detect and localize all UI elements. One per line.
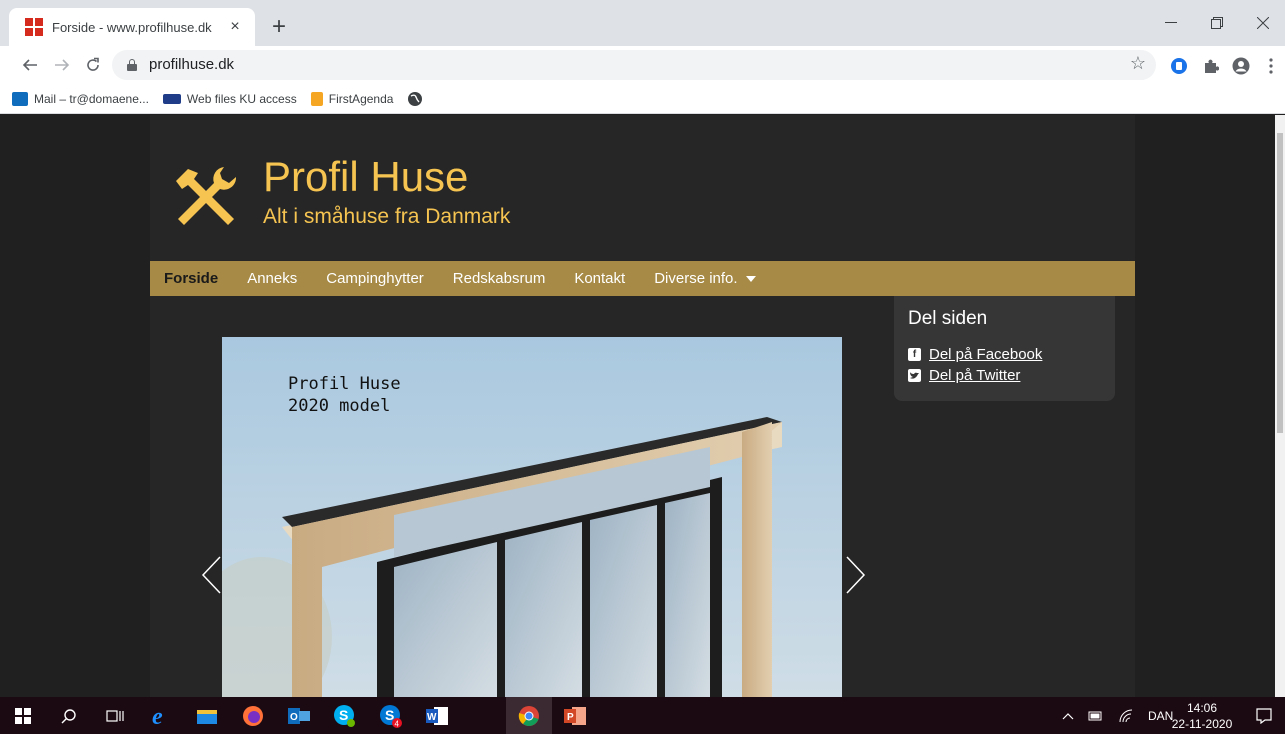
share-title: Del siden xyxy=(908,308,988,329)
outlook-icon xyxy=(12,91,28,106)
slider-next-icon[interactable] xyxy=(845,555,867,595)
web-page: Profil Huse Alt i småhuse fra Danmark Fo… xyxy=(0,115,1275,697)
menu-kebab-icon[interactable] xyxy=(1262,57,1280,75)
share-facebook-link[interactable]: f Del på Facebook xyxy=(908,346,1101,363)
powerpoint-icon[interactable]: P xyxy=(552,697,598,734)
slider-caption-line2: 2020 model xyxy=(288,396,391,416)
twitter-icon xyxy=(908,369,921,382)
bookmark-globe[interactable] xyxy=(407,91,423,107)
tab-title: Forside - www.profilhuse.dk xyxy=(52,19,212,35)
svg-text:P: P xyxy=(567,712,574,723)
chrome-icon[interactable] xyxy=(506,697,552,734)
slider-prev-icon[interactable] xyxy=(200,555,222,595)
bookmarks-bar: Mail – tr@domaene... Web files KU access… xyxy=(0,84,1285,114)
hammer-wrench-logo-icon xyxy=(176,167,237,225)
main-nav: Forside Anneks Campinghytter Redskabsrum… xyxy=(150,261,1135,296)
nav-item-forside[interactable]: Forside xyxy=(164,270,218,287)
taskbar-clock[interactable]: 14:06 22-11-2020 xyxy=(1166,700,1238,732)
lock-icon[interactable] xyxy=(127,59,137,71)
file-explorer-icon[interactable] xyxy=(184,697,230,734)
caret-down-icon xyxy=(745,275,756,282)
share-panel: Del siden f Del på Facebook Del på Twitt… xyxy=(894,296,1115,401)
bookmark-label: Mail – tr@domaene... xyxy=(34,91,149,106)
nav-item-kontakt[interactable]: Kontakt xyxy=(574,270,625,287)
battery-icon[interactable] xyxy=(1088,710,1104,722)
page-container: Profil Huse Alt i småhuse fra Danmark Fo… xyxy=(150,115,1135,697)
site-title[interactable]: Profil Huse xyxy=(263,153,468,201)
page-scrollbar[interactable] xyxy=(1275,115,1285,697)
system-tray: DAN xyxy=(1062,697,1173,734)
browser-toolbar: profilhuse.dk ☆ xyxy=(0,46,1285,84)
svg-text:W: W xyxy=(427,712,437,723)
share-twitter-link[interactable]: Del på Twitter xyxy=(908,367,1101,384)
tab-strip: Forside - www.profilhuse.dk × + xyxy=(0,0,1285,46)
task-view-icon[interactable] xyxy=(92,697,138,734)
firstagenda-icon xyxy=(310,91,323,106)
site-tagline: Alt i småhuse fra Danmark xyxy=(263,205,511,228)
bookmark-firstagenda[interactable]: FirstAgenda xyxy=(310,91,394,106)
slider-caption-line1: Profil Huse xyxy=(288,374,401,394)
new-tab-button[interactable]: + xyxy=(264,13,294,41)
nav-item-diverse-info[interactable]: Diverse info. xyxy=(654,270,756,287)
back-icon[interactable] xyxy=(17,52,43,78)
hero-slider: Profil Huse 2020 model xyxy=(222,337,842,697)
share-facebook-label: Del på Facebook xyxy=(929,346,1043,363)
scroll-thumb[interactable] xyxy=(1277,133,1283,433)
nav-item-label: Diverse info. xyxy=(654,270,738,287)
address-bar[interactable]: profilhuse.dk ☆ xyxy=(112,50,1156,80)
skype-icon[interactable]: S xyxy=(322,697,368,734)
profile-icon[interactable] xyxy=(1232,57,1250,75)
word-icon[interactable]: W xyxy=(414,697,460,734)
close-window-button[interactable] xyxy=(1240,0,1285,46)
reload-icon[interactable] xyxy=(80,52,106,78)
extensions-puzzle-icon[interactable] xyxy=(1202,57,1220,75)
internet-explorer-icon[interactable]: e xyxy=(138,697,184,734)
windows-start-icon[interactable] xyxy=(0,697,46,734)
clock-date: 22-11-2020 xyxy=(1171,717,1233,731)
notification-center-icon[interactable] xyxy=(1246,697,1282,734)
search-icon[interactable] xyxy=(46,697,92,734)
globe-icon xyxy=(408,91,423,106)
extension-icon[interactable] xyxy=(1170,57,1188,75)
wifi-icon[interactable] xyxy=(1118,709,1134,723)
restore-button[interactable] xyxy=(1194,0,1240,46)
facebook-icon: f xyxy=(908,348,921,361)
firefox-icon[interactable] xyxy=(230,697,276,734)
svg-text:S: S xyxy=(339,707,348,723)
share-twitter-label: Del på Twitter xyxy=(929,367,1021,384)
bookmark-label: Web files KU access xyxy=(186,91,297,106)
clock-time: 14:06 xyxy=(1186,701,1218,715)
nav-item-campinghytter[interactable]: Campinghytter xyxy=(326,270,424,287)
site-favicon-icon xyxy=(25,18,43,36)
windows-taskbar: e O S S4 W P DAN 14:06 22-11-2020 xyxy=(0,697,1285,734)
bookmark-ku[interactable]: Web files KU access xyxy=(162,91,297,106)
url-text[interactable]: profilhuse.dk xyxy=(149,56,234,73)
notification-badge: 4 xyxy=(395,719,400,728)
tab-close-icon[interactable]: × xyxy=(225,18,245,36)
bookmark-label: FirstAgenda xyxy=(328,91,394,106)
forward-icon[interactable] xyxy=(49,52,75,78)
browser-tab[interactable]: Forside - www.profilhuse.dk × xyxy=(9,8,255,46)
ku-icon xyxy=(162,93,181,104)
nav-item-redskabsrum[interactable]: Redskabsrum xyxy=(453,270,546,287)
bookmark-mail[interactable]: Mail – tr@domaene... xyxy=(12,91,149,106)
slider-caption: Profil Huse 2020 model xyxy=(288,373,401,417)
skype-business-icon[interactable]: S4 xyxy=(368,697,414,734)
tray-chevron-up-icon[interactable] xyxy=(1062,712,1074,720)
nav-item-anneks[interactable]: Anneks xyxy=(247,270,297,287)
svg-text:e: e xyxy=(152,705,163,727)
bookmark-star-icon[interactable]: ☆ xyxy=(1130,53,1146,74)
outlook-icon[interactable]: O xyxy=(276,697,322,734)
minimize-button[interactable] xyxy=(1148,0,1194,46)
svg-text:O: O xyxy=(290,712,298,723)
